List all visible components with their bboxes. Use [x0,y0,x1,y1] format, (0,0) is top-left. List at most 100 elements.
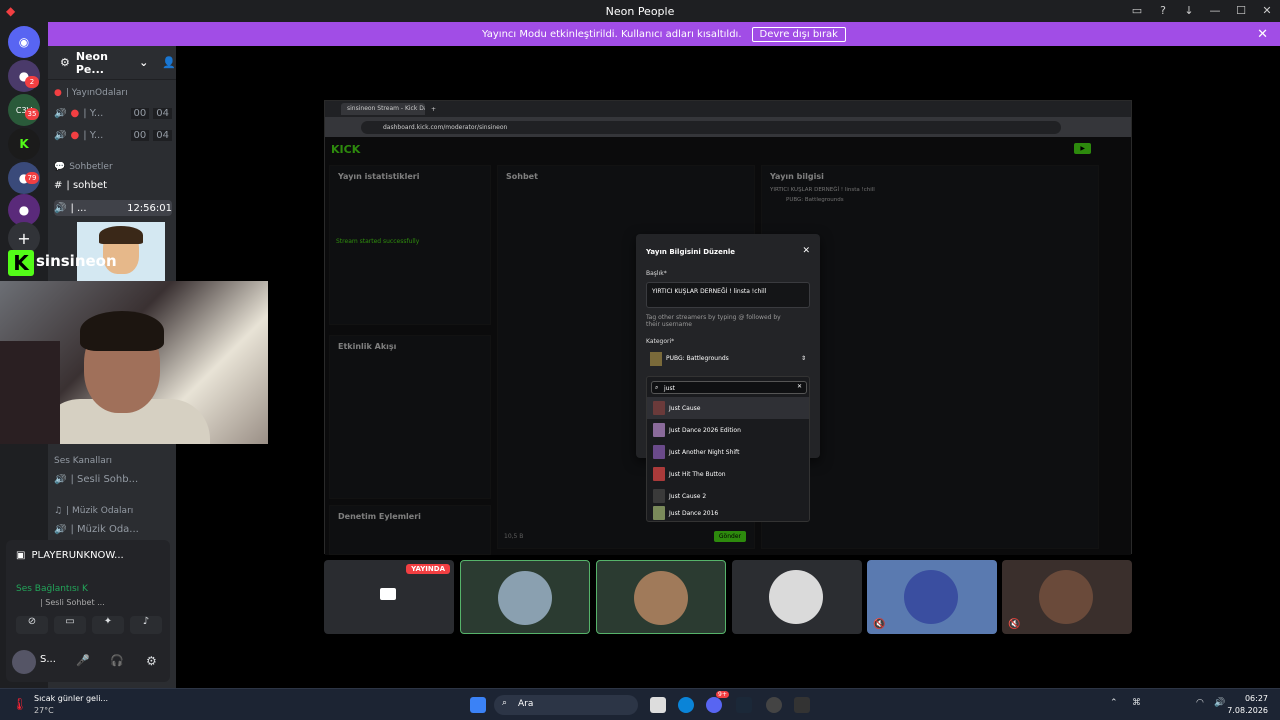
notification-badge: 79 [25,172,39,184]
download-icon[interactable]: ↓ [1176,0,1202,22]
channel-label: | sohbet [66,180,108,191]
category-chats[interactable]: 💬 Sohbetler [54,162,172,172]
channel-label: | ... [70,202,87,214]
live-badge: YAYINDA [406,564,450,574]
voice-channel[interactable]: 🔊 ● | Y... 00 04 [54,130,172,141]
webcam-feed [0,281,268,444]
option-label: Just Cause [669,404,701,412]
weather-title[interactable]: Sıcak günler geli... [34,694,108,703]
participant-tile[interactable]: 🔇 [867,560,997,634]
edge-icon[interactable] [678,697,694,713]
music-icon: ♫ [54,506,63,516]
close-icon[interactable]: ✕ [1257,27,1268,42]
headphones-icon[interactable]: 🎧 [110,654,124,667]
category-option[interactable]: Just Dance 2016 [647,505,809,521]
inbox-icon[interactable]: ▭ [1124,0,1150,22]
tray-chevron-icon[interactable]: ⌃ [1110,698,1118,708]
voice-status-panel: ▣ PLAYERUNKNOW... Ses Bağlantısı K | Ses… [6,540,170,682]
category-label: Ses Kanalları [54,456,112,466]
participant-tile[interactable] [732,560,862,634]
help-icon[interactable]: ? [1150,0,1176,22]
kick-server-icon[interactable]: K [8,128,40,160]
camera-off-button[interactable]: ⊘ [16,616,48,634]
wifi-icon[interactable]: ◠ [1196,698,1204,708]
banner-message: Yayıncı Modu etkinleştirildi. Kullanıcı … [482,28,742,40]
clear-icon[interactable]: ✕ [797,383,802,390]
activity-row[interactable]: ▣ PLAYERUNKNOW... [16,550,124,561]
option-label: Just Cause 2 [669,492,707,500]
participant-tile[interactable] [596,560,726,634]
game-thumbnail-icon [653,506,665,520]
browser-navbar: dashboard.kick.com/moderator/sinsineon [325,117,1131,137]
avatar [498,571,552,625]
user-limit: 04 [153,108,172,119]
disable-streamer-mode-button[interactable]: Devre dışı bırak [751,26,846,42]
category-label: Kategori* [646,338,675,345]
category-voice[interactable]: Ses Kanalları [54,456,172,466]
discord-home-icon[interactable]: ◉ [8,26,40,58]
minimize-button[interactable]: — [1202,0,1228,22]
category-option[interactable]: Just Another Night Shift [647,441,809,463]
new-tab-icon[interactable]: + [431,106,436,113]
voice-channel[interactable]: 🔊 ● | Y... 00 04 [54,108,172,119]
title-input[interactable]: YIRTICI KUŞLAR DERNEĞİ ! linsta !chill [646,282,810,308]
browser-tab[interactable]: sinsineon Stream - Kick Dashbo [341,103,425,115]
participant-tile[interactable] [460,560,590,634]
start-icon[interactable] [470,697,486,713]
server-header[interactable]: ⚙ Neon Pe... ⌄ 👤 [48,46,176,80]
windows-taskbar: 🌡 Sıcak günler geli... 27°C ⌕ Ara 9+ ⌃ ⌘… [0,688,1280,720]
streamer-name: sinsineon [36,252,117,270]
taskview-icon[interactable] [650,697,666,713]
user-avatar[interactable] [12,650,36,674]
game-thumbnail-icon [653,401,665,415]
activities-button[interactable]: ✦ [92,616,124,634]
category-label: | YayınOdaları [65,88,128,98]
avatar [904,570,958,624]
add-member-icon[interactable]: 👤 [162,56,176,69]
option-label: Just Hit The Button [669,470,726,478]
volume-icon[interactable]: 🔊 [1214,698,1225,708]
server-name: Neon Pe... [75,49,108,76]
close-icon[interactable]: ✕ [802,246,810,256]
category-dropdown: ⌕ just ✕ Just Cause Just Dance 2026 Edit… [646,376,810,522]
option-label: Just Dance 2026 Edition [669,426,741,434]
category-label: | Müzik Odaları [66,506,134,516]
close-button[interactable]: ✕ [1254,0,1280,22]
category-option[interactable]: Just Dance 2026 Edition [647,419,809,441]
clock-date: 7.08.2026 [1227,706,1268,715]
clock-time[interactable]: 06:27 [1238,694,1268,703]
avatar [634,571,688,625]
category-option[interactable]: Just Cause 2 [647,485,809,507]
discord-taskbar-icon[interactable] [706,697,722,713]
category-option[interactable]: Just Cause [647,397,809,419]
active-voice-channel[interactable]: 🔊 | ... 12:56:01 [54,200,172,216]
app-icon[interactable] [794,697,810,713]
soundboard-button[interactable]: ♪ [130,616,162,634]
call-timer: 12:56:01 [127,202,172,214]
screen-share-button[interactable]: ▭ [54,616,86,634]
notification-badge: 2 [25,76,39,88]
steam-icon[interactable] [736,697,752,713]
weather-icon: 🌡 [12,697,28,711]
dot-icon: ● [54,88,62,98]
voice-channel[interactable]: 🔊 | Müzik Oda... [54,524,172,535]
deafened-icon: 🔇 [1008,619,1021,630]
category-stream-rooms[interactable]: ● | YayınOdaları [54,88,172,98]
participant-tile[interactable]: 🔇 [1002,560,1132,634]
address-bar[interactable]: dashboard.kick.com/moderator/sinsineon [361,120,1061,134]
stream-tile[interactable]: YAYINDA [324,560,454,634]
notification-badge: 35 [25,108,39,120]
discord-badge: 9+ [716,691,729,698]
gear-icon[interactable]: ⚙ [146,654,157,668]
text-channel[interactable]: # | sohbet [54,180,172,191]
category-search-input[interactable]: ⌕ just ✕ [651,381,807,394]
category-select[interactable]: PUBG: Battlegrounds ⇕ [646,350,810,368]
maximize-button[interactable]: ☐ [1228,0,1254,22]
voice-channel[interactable]: 🔊 | Sesli Sohb... [54,474,172,485]
network-icon[interactable]: ⌘ [1132,698,1141,708]
category-option[interactable]: Just Hit The Button [647,463,809,485]
app-icon[interactable] [766,697,782,713]
category-music[interactable]: ♫ | Müzik Odaları [54,506,172,516]
microphone-icon[interactable]: 🎤 [76,654,90,667]
search-box[interactable]: ⌕ Ara [494,695,638,715]
